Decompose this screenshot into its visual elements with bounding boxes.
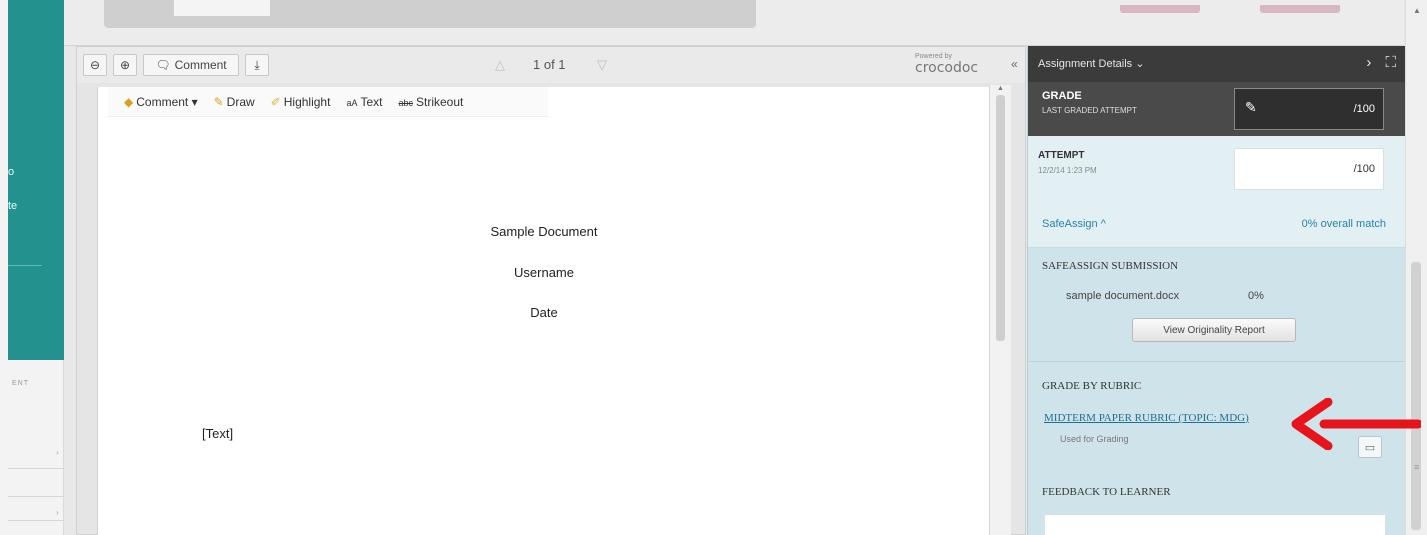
tab-pill[interactable] xyxy=(1260,5,1340,13)
comment-button-label: Comment xyxy=(174,58,227,72)
browser-right-tabs xyxy=(1060,0,1370,13)
next-page-icon[interactable]: ▽ xyxy=(597,57,607,73)
scroll-up-icon[interactable]: ▲ xyxy=(1413,6,1427,58)
draw-tool[interactable]: ✎ Draw xyxy=(214,95,255,109)
tab-pill[interactable] xyxy=(1120,5,1200,13)
safeassign-label: SafeAssign xyxy=(1042,218,1098,230)
powered-by-label: Powered by xyxy=(915,53,952,60)
browser-top-bar xyxy=(64,0,1404,46)
chevron-right-icon[interactable]: › xyxy=(1366,54,1371,71)
chevron-right-icon[interactable]: › xyxy=(56,448,59,457)
text-icon: aA xyxy=(346,97,358,108)
zoom-in-icon: ⊕ xyxy=(119,58,131,72)
zoom-out-icon: ⊖ xyxy=(89,58,101,72)
sidebar-divider xyxy=(8,520,64,521)
attempt-section: ATTEMPT 12/2/14 1:23 PM /100 xyxy=(1028,136,1406,202)
crocodoc-logo: crocodoc xyxy=(915,60,979,76)
highlight-tool[interactable]: ✐ Highlight xyxy=(271,95,331,109)
scroll-up-icon[interactable]: ▲ xyxy=(997,85,1004,92)
page-scrollbar[interactable]: ▲ ≡ xyxy=(1405,0,1427,535)
sidebar-divider xyxy=(8,496,64,497)
address-bar[interactable] xyxy=(104,0,756,28)
view-originality-report-button[interactable]: View Originality Report xyxy=(1132,318,1296,342)
course-sidebar: o te ENT › › xyxy=(0,0,64,535)
edit-pencil-icon[interactable]: ✎ xyxy=(1245,99,1257,116)
highlighter-icon: ✐ xyxy=(270,94,281,109)
grade-label: GRADE xyxy=(1042,90,1082,102)
scroll-thumb[interactable] xyxy=(996,95,1005,341)
expand-icon[interactable]: ⛶ xyxy=(1385,54,1396,71)
document-title: Sample Document xyxy=(490,224,598,239)
chevron-up-icon: ^ xyxy=(1100,218,1106,230)
rubric-used-for: Used for Grading xyxy=(1060,434,1129,444)
panel-header-label: Assignment Details xyxy=(1038,58,1133,70)
rubric-link[interactable]: MIDTERM PAPER RUBRIC (TOPIC: MDG) xyxy=(1044,412,1249,424)
browser-tab[interactable] xyxy=(174,0,270,16)
zoom-out-button[interactable]: ⊖ xyxy=(83,54,107,76)
sidebar-section-label: ENT xyxy=(12,380,29,387)
document-scrollbar[interactable]: ▲ xyxy=(989,85,1011,535)
rubric-heading: GRADE BY RUBRIC xyxy=(1042,380,1142,392)
comment-tool-label: Comment xyxy=(136,94,189,109)
annotation-toolbar: ◆ Comment ▾ ✎ Draw ✐ Highlight aA Text abc St… xyxy=(108,87,548,117)
safeassign-bar: SafeAssign ^ 0% overall match xyxy=(1028,202,1406,248)
attempt-date: 12/2/14 1:23 PM xyxy=(1038,166,1097,175)
safeassign-submission: SAFEASSIGN SUBMISSION sample document.do… xyxy=(1028,248,1406,362)
strikeout-tool-label: Strikeout xyxy=(416,94,464,109)
grading-panel: Assignment Details ⌄ › ⛶ GRADE LAST GRAD… xyxy=(1027,46,1406,535)
attempt-out-of: /100 xyxy=(1353,163,1375,175)
previous-page-icon[interactable]: △ xyxy=(495,57,505,73)
red-arrow-annotation xyxy=(1291,398,1421,450)
comment-tool[interactable]: ◆ Comment ▾ xyxy=(124,95,198,109)
collapse-panel-icon[interactable]: « xyxy=(1011,57,1018,71)
overall-match[interactable]: 0% overall match xyxy=(1302,218,1386,230)
pencil-icon: ✎ xyxy=(213,94,224,109)
sidebar-text[interactable]: te xyxy=(8,200,17,212)
zoom-in-button[interactable]: ⊕ xyxy=(113,54,137,76)
safeassign-submission-heading: SAFEASSIGN SUBMISSION xyxy=(1042,260,1179,272)
text-tool-label: Text xyxy=(360,94,383,109)
page-indicator: 1 of 1 xyxy=(533,57,566,72)
assignment-details-toggle[interactable]: Assignment Details ⌄ xyxy=(1038,57,1144,70)
panel-header: Assignment Details ⌄ › ⛶ xyxy=(1028,46,1406,82)
highlight-tool-label: Highlight xyxy=(283,94,331,109)
scroll-thumb[interactable] xyxy=(1411,262,1421,530)
chevron-down-icon: ⌄ xyxy=(1135,58,1145,70)
submission-filename: sample document.docx xyxy=(1066,290,1180,302)
attempt-label: ATTEMPT xyxy=(1038,150,1085,161)
draw-tool-label: Draw xyxy=(226,94,255,109)
sidebar-divider xyxy=(8,468,64,469)
grade-out-of: /100 xyxy=(1353,103,1375,115)
screen: o te ENT › › ⊖ ⊕ 🗨 Comment ⤓ △ 1 of 1 ▽ … xyxy=(0,0,1427,535)
grade-input[interactable]: ✎ /100 xyxy=(1234,88,1384,130)
sidebar-text[interactable]: o xyxy=(8,166,14,178)
scroll-grip-icon: ≡ xyxy=(1414,462,1420,472)
submission-percent: 0% xyxy=(1248,290,1264,302)
document-body-text: [Text] xyxy=(202,426,234,441)
document-viewer: ⊖ ⊕ 🗨 Comment ⤓ △ 1 of 1 ▽ Powered by cr… xyxy=(76,46,1026,535)
comment-flag-icon: ◆ xyxy=(124,94,134,109)
panel-header-controls: › ⛶ xyxy=(1366,54,1396,71)
strikeout-icon: abc xyxy=(398,97,413,108)
speech-bubble-icon: 🗨 xyxy=(155,58,171,72)
sidebar-teal-panel: o te xyxy=(8,0,64,360)
strikeout-tool[interactable]: abc Strikeout xyxy=(398,95,463,109)
comment-toggle-button[interactable]: 🗨 Comment xyxy=(143,54,239,76)
feedback-heading: FEEDBACK TO LEARNER xyxy=(1042,486,1171,498)
grade-section: GRADE LAST GRADED ATTEMPT ✎ /100 xyxy=(1028,82,1406,136)
sidebar-divider xyxy=(8,265,42,266)
safeassign-toggle[interactable]: SafeAssign ^ xyxy=(1042,218,1106,230)
document-page: ◆ Comment ▾ ✎ Draw ✐ Highlight aA Text abc St… xyxy=(97,87,991,535)
download-button[interactable]: ⤓ xyxy=(245,54,269,76)
chevron-right-icon[interactable]: › xyxy=(56,508,59,517)
document-date: Date xyxy=(530,305,558,320)
document-username: Username xyxy=(514,265,574,280)
download-icon: ⤓ xyxy=(254,57,260,72)
text-tool[interactable]: aA Text xyxy=(346,95,382,109)
viewer-toolbar: ⊖ ⊕ 🗨 Comment ⤓ △ 1 of 1 ▽ Powered by cr… xyxy=(77,47,1025,83)
attempt-grade-input[interactable]: /100 xyxy=(1234,148,1384,190)
grade-sublabel: LAST GRADED ATTEMPT xyxy=(1042,106,1137,115)
feedback-textarea[interactable] xyxy=(1044,514,1386,535)
